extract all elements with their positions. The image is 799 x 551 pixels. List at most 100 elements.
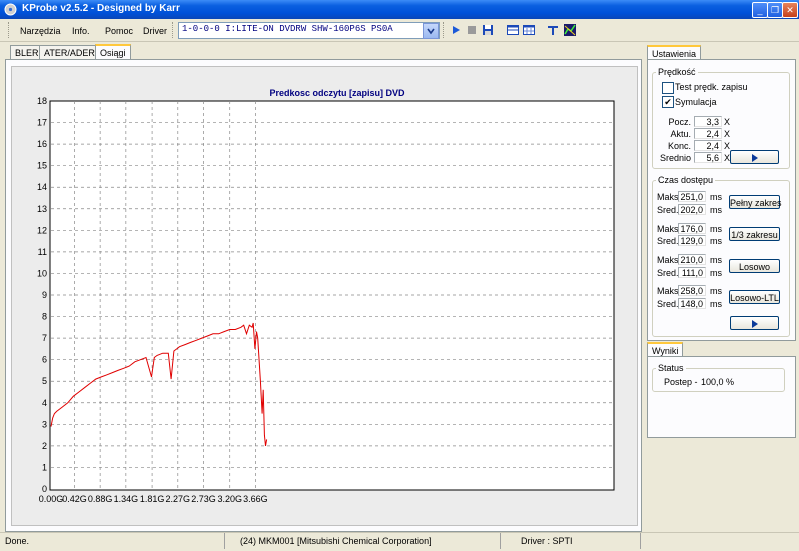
- y-tick-label: 11: [38, 247, 47, 257]
- drive-select-value: 1-0-0-0 I:LITE-ON DVDRW SHW-160P6S PS0A: [182, 24, 393, 34]
- access-random-max: 210,0: [678, 254, 706, 265]
- test-write-checkbox[interactable]: [662, 82, 674, 94]
- y-tick-label: 17: [37, 118, 47, 128]
- third-range-button[interactable]: 1/3 zakresu: [729, 227, 780, 241]
- layout-icon[interactable]: [506, 23, 520, 37]
- restore-icon: ❐: [770, 5, 780, 15]
- status-divider: [224, 533, 225, 549]
- access-full-max: 251,0: [678, 191, 706, 202]
- chart-title: Predkosc odczytu [zapisu] DVD: [269, 88, 405, 98]
- access-ltl-avg-label: Sred.: [657, 299, 679, 309]
- toolbar-grip[interactable]: [443, 22, 447, 38]
- x-tick-label: 1.34G: [114, 494, 139, 504]
- speed-start-label: Pocz.: [668, 117, 691, 127]
- speed-avg-value: 5,6: [694, 152, 722, 163]
- access-group-label: Czas dostępu: [656, 175, 716, 185]
- toolbar-grip[interactable]: [8, 22, 12, 38]
- check-icon: ✔: [664, 97, 672, 107]
- x-tick-label: 1.81G: [140, 494, 165, 504]
- window-title: KProbe v2.5.2 - Designed by Karr: [22, 3, 180, 14]
- access-third-avg: 129,0: [678, 235, 706, 246]
- minimize-button[interactable]: _: [752, 2, 768, 18]
- menu-info[interactable]: Info.: [72, 26, 90, 36]
- calendar-icon[interactable]: [522, 23, 536, 37]
- progress-value: 100,0 %: [701, 377, 735, 387]
- speed-end-unit: X: [724, 141, 731, 151]
- toolbar-grip[interactable]: [172, 22, 176, 38]
- full-range-button[interactable]: Pełny zakres: [729, 195, 782, 209]
- access-random-max-unit: ms: [710, 255, 722, 265]
- speed-start-button[interactable]: [730, 150, 779, 164]
- chevron-down-icon: [427, 28, 435, 35]
- y-tick-label: 18: [37, 96, 47, 106]
- x-tick-label: 0.88G: [88, 494, 113, 504]
- stop-icon[interactable]: [465, 23, 479, 37]
- status-text: Done.: [5, 536, 30, 546]
- play-icon: [751, 320, 758, 328]
- y-tick-label: 5: [42, 376, 47, 386]
- access-full-avg-unit: ms: [710, 205, 722, 215]
- y-tick-label: 8: [42, 312, 47, 322]
- y-tick-label: 3: [42, 419, 47, 429]
- status-driver: Driver : SPTI: [521, 536, 573, 546]
- tools-icon[interactable]: [546, 23, 560, 37]
- simulation-label: Symulacja: [675, 97, 717, 107]
- access-ltl-max-unit: ms: [710, 286, 722, 296]
- speed-chart: 0123456789101112131415161718 0.00G0.42G 0…: [37, 88, 615, 504]
- status-media: (24) MKM001 [Mitsubishi Chemical Corpora…: [240, 536, 432, 546]
- y-tick-label: 1: [42, 462, 47, 472]
- chart-icon[interactable]: [563, 23, 577, 37]
- menu-driver[interactable]: Driver: [143, 26, 167, 36]
- x-tick-label: 3.66G: [243, 494, 268, 504]
- y-tick-label: 15: [37, 161, 47, 171]
- access-full-avg-label: Sred.: [657, 205, 679, 215]
- y-tick-label: 13: [37, 204, 47, 214]
- drive-dropdown-button[interactable]: [423, 23, 439, 39]
- random-button[interactable]: Losowo: [729, 259, 780, 273]
- speed-current-unit: X: [724, 129, 731, 139]
- progress-label: Postep -: [664, 377, 698, 387]
- x-tick-label: 0.00G: [39, 494, 64, 504]
- y-tick-label: 9: [42, 290, 47, 300]
- access-random-avg: 111,0: [678, 267, 706, 278]
- y-tick-label: 2: [42, 441, 47, 451]
- y-tick-label: 14: [37, 182, 47, 192]
- menu-narzedzia[interactable]: Narzędzia: [20, 26, 61, 36]
- speed-current-value: 2,4: [694, 128, 722, 139]
- y-tick-label: 4: [42, 398, 47, 408]
- play-icon[interactable]: [449, 23, 463, 37]
- speed-current-label: Aktu.: [670, 129, 691, 139]
- save-icon[interactable]: [481, 23, 495, 37]
- access-ltl-avg-unit: ms: [710, 299, 722, 309]
- y-tick-label: 7: [42, 333, 47, 343]
- access-third-max: 176,0: [678, 223, 706, 234]
- y-tick-label: 0: [42, 484, 47, 494]
- y-tick-label: 16: [37, 139, 47, 149]
- app-icon: [4, 3, 17, 16]
- close-icon: ✕: [786, 5, 794, 15]
- x-tick-label: 0.42G: [62, 494, 87, 504]
- maximize-button[interactable]: ❐: [767, 2, 783, 18]
- y-tick-label: 12: [37, 225, 47, 235]
- random-ltl-button[interactable]: Losowo-LTL: [729, 290, 780, 304]
- access-ltl-avg: 148,0: [678, 298, 706, 309]
- menu-pomoc[interactable]: Pomoc: [105, 26, 133, 36]
- y-tick-label: 6: [42, 355, 47, 365]
- access-start-button[interactable]: [730, 316, 779, 330]
- minimize-icon: _: [757, 5, 763, 15]
- speed-end-value: 2,4: [694, 140, 722, 151]
- status-divider: [500, 533, 501, 549]
- tab-ater-ader[interactable]: ATER/ADER: [39, 45, 100, 60]
- access-third-avg-unit: ms: [710, 236, 722, 246]
- test-write-label: Test prędk. zapisu: [675, 82, 748, 92]
- access-random-avg-label: Sred.: [657, 268, 679, 278]
- access-random-avg-unit: ms: [710, 268, 722, 278]
- speed-group-label: Prędkość: [656, 67, 698, 77]
- simulation-checkbox[interactable]: ✔: [662, 96, 674, 108]
- speed-start-unit: X: [724, 117, 731, 127]
- speed-end-label: Konc.: [667, 141, 691, 151]
- status-divider: [640, 533, 641, 549]
- status-group-label: Status: [656, 363, 686, 373]
- close-button[interactable]: ✕: [782, 2, 798, 18]
- access-third-max-unit: ms: [710, 224, 722, 234]
